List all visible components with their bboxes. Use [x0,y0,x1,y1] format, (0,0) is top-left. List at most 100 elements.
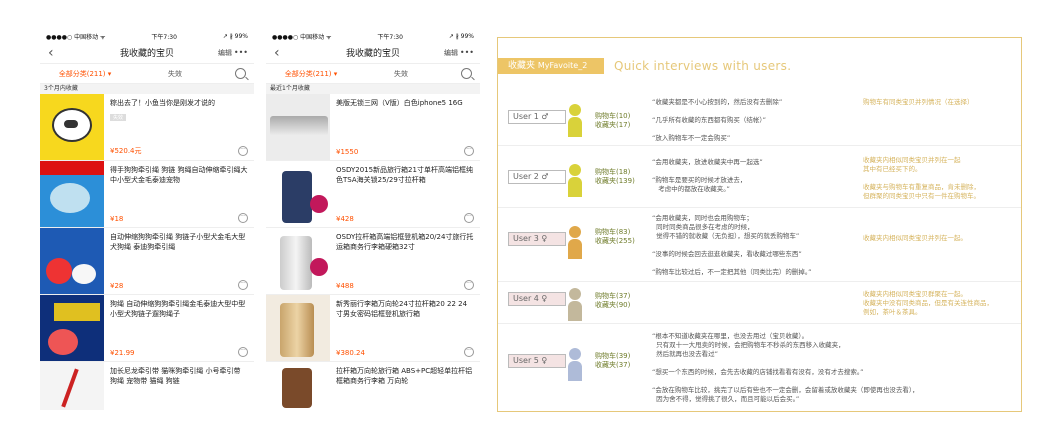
item-title: 拉杆箱万向轮旅行箱 ABS+PC超轻单拉杆铝框箱商务行李箱 万向轮 [336,367,473,385]
time-label: 下午7:30 [377,33,403,41]
user-row-4: User 4 ♀ 购物车(37) 收藏夹(90) 收藏夹内相似同类宝贝群聚在一起。… [498,284,1021,324]
item-price: ¥488 [336,282,354,290]
list-item[interactable]: 狗绳 自动伸缩狗狗牵引绳金毛泰迪大型中型小型犬狗链子遛狗绳子 ¥21.99 ··… [40,295,254,362]
item-info: 拉杆箱万向轮旅行箱 ABS+PC超轻单拉杆铝框箱商务行李箱 万向轮 [330,362,480,410]
item-price: ¥520.4元 [110,147,142,155]
interview-panel: 收藏夹 MyFavoite_2 Quick interviews with us… [497,37,1022,412]
user-counts: 购物车(39) 收藏夹(37) [595,352,631,369]
item-info: 得手狗狗牵引绳 狗链 狗绳自动伸缩牵引绳大中小型犬金毛泰迪宠物 ¥18 ··· [104,161,254,227]
item-price: ¥1550 [336,148,359,156]
user-quotes: “收藏夹都是不小心按到的，然后没有去删除” “几乎所有收藏的东西都有购买（结帐）… [652,98,783,142]
invalid-badge: 失效 [110,114,127,121]
item-title: OSDY拉杆箱高端铝框登机箱20/24寸旅行托运箱商务行李箱硬箱32寸 [336,233,474,251]
carrier-label: ●●●●○ 中国移动 ᯤ [46,33,106,41]
panel-label: 收藏夹 MyFavoite_2 [498,58,604,74]
more-icon[interactable]: ··· [464,280,474,290]
more-icon[interactable]: ··· [238,280,248,290]
search-icon[interactable] [461,68,472,79]
list-item[interactable]: 粽出去了！小鱼当你是刚发才说的 失效 ¥520.4元 ··· [40,94,254,161]
more-icon[interactable]: ••• [460,48,474,57]
item-info: 加长尼龙牵引带 猫咪狗牵引绳 小号牵引带 狗绳 宠物带 猫绳 狗链 [104,362,254,410]
user-label: User 2 ♂ [508,170,566,184]
user-row-1: User 1 ♂ 购物车(10) 收藏夹(17) “收藏夹都是不小心按到的，然后没… [498,90,1021,146]
user-avatar-icon [568,104,582,137]
tab-invalid[interactable]: 失效 [130,69,220,79]
item-info: OSDY拉杆箱高端铝框登机箱20/24寸旅行托运箱商务行李箱硬箱32寸 ¥488… [330,228,480,294]
item-title: 自动伸缩狗狗牵引绳 狗链子小型犬金毛大型犬狗绳 泰迪狗牵引绳 [110,233,246,251]
list-item[interactable]: 美版无锁三网（V版）白色iphone5 16G ¥1550 ··· [266,94,480,161]
user-label: User 1 ♂ [508,110,566,124]
edit-button[interactable]: 编辑 [444,48,458,58]
list-item[interactable]: 自动伸缩狗狗牵引绳 狗链子小型犬金毛大型犬狗绳 泰迪狗牵引绳 ¥28 ··· [40,228,254,295]
phone-screen-2: ●●●●○ 中国移动 ᯤ 下午7:30 ↗ ∦ 99% ‹ 我收藏的宝贝 编辑 … [266,30,480,410]
list-item[interactable]: OSDY拉杆箱高端铝框登机箱20/24寸旅行托运箱商务行李箱硬箱32寸 ¥488… [266,228,480,295]
back-icon[interactable]: ‹ [48,45,54,61]
product-image [40,94,104,160]
product-image [266,295,330,361]
filter-tabs: 全部分类(211) ▾ 失效 [40,64,254,84]
user-label: User 5 ♀ [508,354,566,368]
item-price: ¥428 [336,215,354,223]
item-info: OSDY2015新品旅行箱21寸单杆高端铝框纯色TSA海关锁25/29寸拉杆箱 … [330,161,480,227]
list-item[interactable]: 得手狗狗牵引绳 狗链 狗绳自动伸缩牵引绳大中小型犬金毛泰迪宠物 ¥18 ··· [40,161,254,228]
more-icon[interactable]: ··· [238,347,248,357]
item-info: 美版无锁三网（V版）白色iphone5 16G ¥1550 ··· [330,94,480,160]
user-counts: 购物车(10) 收藏夹(17) [595,112,631,129]
list-item[interactable]: 拉杆箱万向轮旅行箱 ABS+PC超轻单拉杆铝框箱商务行李箱 万向轮 [266,362,480,410]
user-counts: 购物车(18) 收藏夹(139) [595,168,635,185]
nav-bar: ‹ 我收藏的宝贝 编辑 ••• [266,42,480,64]
product-image [40,228,104,294]
battery-label: ↗ ∦ 99% [448,32,474,40]
section-header: 最近1个月收藏 [266,84,480,94]
item-info: 自动伸缩狗狗牵引绳 狗链子小型犬金毛大型犬狗绳 泰迪狗牵引绳 ¥28 ··· [104,228,254,294]
more-icon[interactable]: ··· [238,146,248,156]
edit-button[interactable]: 编辑 [218,48,232,58]
product-image [40,362,104,410]
user-row-3: User 3 ♀ 购物车(83) 收藏夹(255) “会用收藏夹，同时也会用购物车… [498,210,1021,282]
item-info: 新秀丽行李箱万向轮24寸拉杆箱20 22 24寸男女密码铝框登机旅行箱 ¥380… [330,295,480,361]
user-row-2: User 2 ♂ 购物车(18) 收藏夹(139) “会用收藏夹，放进收藏夹中再一… [498,148,1021,208]
product-image [266,161,330,227]
item-price: ¥28 [110,282,124,290]
panel-header: 收藏夹 MyFavoite_2 Quick interviews with us… [498,58,1021,74]
time-label: 下午7:30 [151,33,177,41]
more-icon[interactable]: ··· [238,213,248,223]
list-item[interactable]: 新秀丽行李箱万向轮24寸拉杆箱20 22 24寸男女密码铝框登机旅行箱 ¥380… [266,295,480,362]
item-price: ¥18 [110,215,124,223]
item-title: 新秀丽行李箱万向轮24寸拉杆箱20 22 24寸男女密码铝框登机旅行箱 [336,300,468,318]
user-quotes: “会用收藏夹，同时也会用购物车； 同时同类商品很多在考虑的时候， 觉得不错的就收… [652,214,812,276]
user-avatar-icon [568,348,582,381]
status-bar: ●●●●○ 中国移动 ᯤ 下午7:30 ↗ ∦ 99% [40,30,254,42]
panel-subtitle: Quick interviews with users. [614,59,792,73]
item-title: 得手狗狗牵引绳 狗链 狗绳自动伸缩牵引绳大中小型犬金毛泰迪宠物 [110,166,248,184]
item-price: ¥380.24 [336,349,365,357]
product-image [40,161,104,227]
user-note: 收藏夹内相似同类宝贝并列在一起。 [863,234,967,242]
more-icon[interactable]: ··· [464,213,474,223]
list-item[interactable]: 加长尼龙牵引带 猫咪狗牵引绳 小号牵引带 狗绳 宠物带 猫绳 狗链 [40,362,254,410]
more-icon[interactable]: ••• [234,48,248,57]
item-title: 美版无锁三网（V版）白色iphone5 16G [336,99,463,107]
user-avatar-icon [568,288,582,321]
user-counts: 购物车(83) 收藏夹(255) [595,228,635,245]
user-note: 收藏夹内相似同类宝贝并列在一起 其中有已经买下的。 收藏夹与购物车有重复商品，肯… [863,156,980,200]
tab-invalid[interactable]: 失效 [356,69,446,79]
user-avatar-icon [568,226,582,259]
user-counts: 购物车(37) 收藏夹(90) [595,292,631,309]
tab-all-categories[interactable]: 全部分类(211) ▾ [40,69,130,79]
more-icon[interactable]: ··· [464,347,474,357]
list-item[interactable]: OSDY2015新品旅行箱21寸单杆高端铝框纯色TSA海关锁25/29寸拉杆箱 … [266,161,480,228]
product-image [266,362,330,410]
nav-bar: ‹ 我收藏的宝贝 编辑 ••• [40,42,254,64]
user-label: User 4 ♀ [508,292,566,306]
tab-all-categories[interactable]: 全部分类(211) ▾ [266,69,356,79]
item-info: 狗绳 自动伸缩狗狗牵引绳金毛泰迪大型中型小型犬狗链子遛狗绳子 ¥21.99 ··… [104,295,254,361]
more-icon[interactable]: ··· [464,146,474,156]
user-label: User 3 ♀ [508,232,566,246]
user-quotes: “根本不知道收藏夹在哪里，也没去用过（宝贝收藏）。 只有双十一大甩卖的时候，会把… [652,332,919,403]
back-icon[interactable]: ‹ [274,45,280,61]
item-title: 粽出去了！小鱼当你是刚发才说的 [110,99,215,107]
battery-label: ↗ ∦ 99% [222,32,248,40]
carrier-label: ●●●●○ 中国移动 ᯤ [272,33,332,41]
search-icon[interactable] [235,68,246,79]
